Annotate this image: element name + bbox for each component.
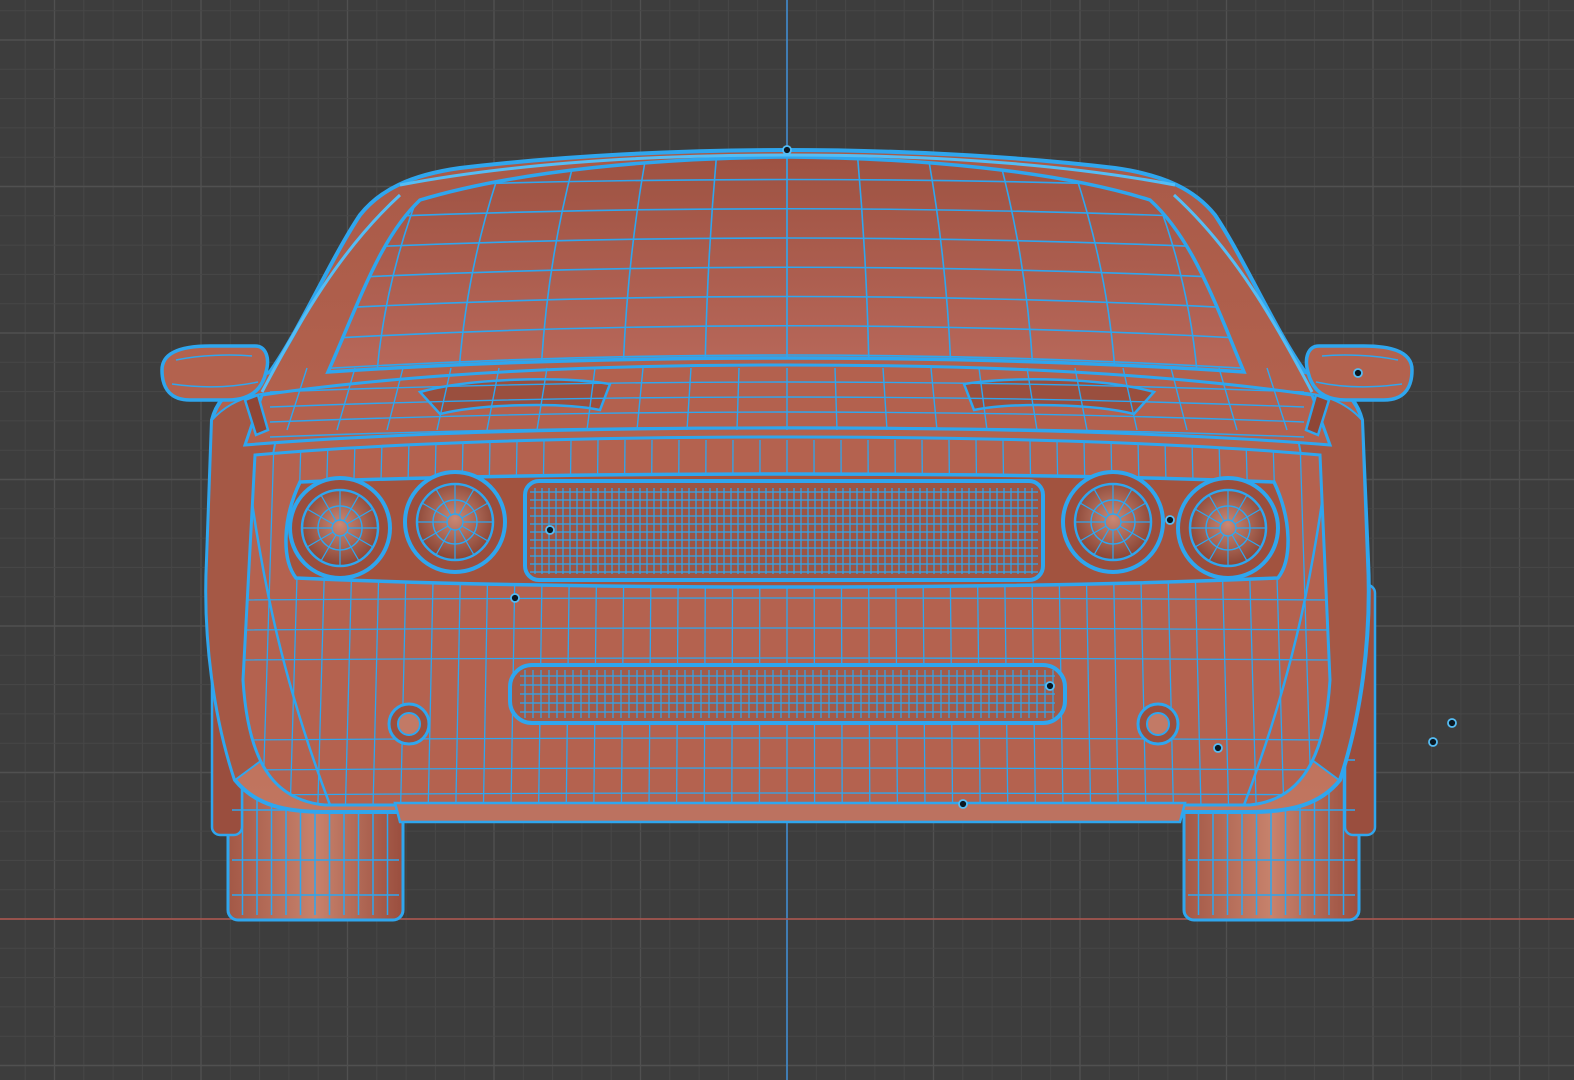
right-inner-headlight	[1061, 470, 1165, 574]
right-outer-headlight	[1176, 476, 1280, 580]
right-fog-lamp	[1136, 702, 1180, 746]
vertex-point[interactable]	[1045, 681, 1055, 691]
vertex-point[interactable]	[1213, 743, 1223, 753]
3d-viewport[interactable]	[0, 0, 1574, 1080]
vertex-point[interactable]	[1353, 368, 1363, 378]
viewport-canvas[interactable]	[0, 0, 1574, 1080]
front-grille[interactable]	[523, 479, 1045, 582]
car-model[interactable]	[160, 147, 1414, 922]
left-outer-headlight	[288, 476, 392, 580]
lower-intake[interactable]	[508, 663, 1067, 725]
vertex-point[interactable]	[1428, 737, 1438, 747]
vertex-point[interactable]	[545, 525, 555, 535]
left-fog-lamp	[387, 702, 431, 746]
vertex-point[interactable]	[510, 593, 520, 603]
vertex-point[interactable]	[782, 145, 792, 155]
vertex-point[interactable]	[1447, 718, 1457, 728]
vertex-point[interactable]	[958, 799, 968, 809]
front-splitter	[393, 801, 1187, 824]
vertex-point[interactable]	[1165, 515, 1175, 525]
left-inner-headlight	[403, 470, 507, 574]
